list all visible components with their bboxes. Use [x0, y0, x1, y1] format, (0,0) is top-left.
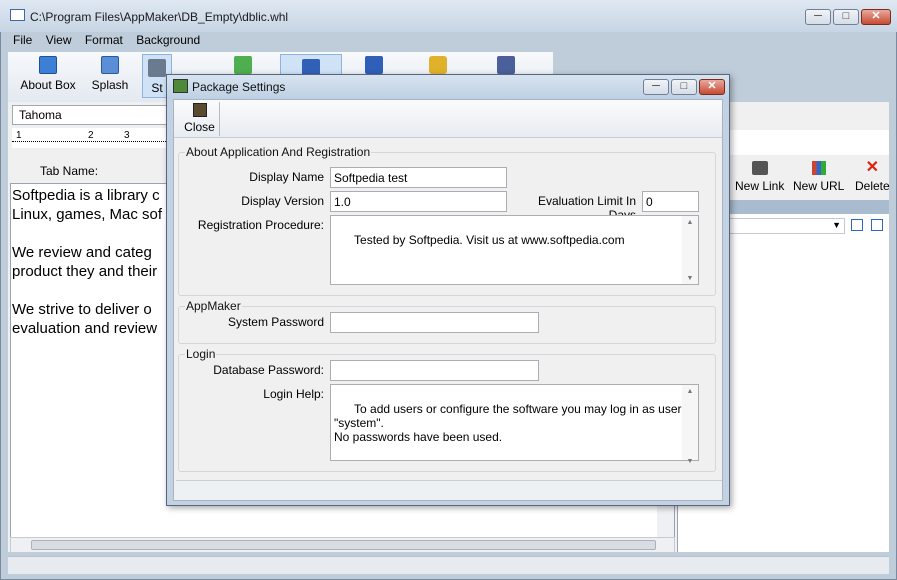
- display-name-label: Display Name: [249, 170, 324, 184]
- new-link-button[interactable]: New Link: [735, 161, 784, 193]
- about-box-icon: [39, 56, 57, 74]
- refresh-icon: [234, 56, 252, 74]
- window-title: C:\Program Files\AppMaker\DB_Empty\dblic…: [30, 10, 289, 24]
- splash-button[interactable]: Splash: [90, 56, 130, 92]
- menu-bar: File View Format Background: [8, 31, 888, 51]
- dialog-status-bar: [176, 480, 722, 498]
- dialog-toolbar: Close: [174, 100, 722, 138]
- editor-horizontal-scrollbar[interactable]: [10, 537, 675, 553]
- database-password-field[interactable]: [330, 360, 539, 381]
- scroll-thumb[interactable]: [31, 540, 656, 550]
- dialog-maximize-button[interactable]: □: [671, 79, 697, 95]
- chevron-down-icon: ▼: [832, 220, 841, 230]
- system-password-field[interactable]: [330, 312, 539, 333]
- menu-view[interactable]: View: [41, 31, 77, 49]
- monitor-icon: [148, 59, 166, 77]
- menu-format[interactable]: Format: [80, 31, 128, 49]
- menu-file[interactable]: File: [8, 31, 37, 49]
- maximize-button[interactable]: □: [833, 9, 859, 25]
- save-icon: [497, 56, 515, 74]
- chart-icon: [811, 161, 826, 175]
- display-version-label: Display Version: [241, 194, 324, 208]
- close-dialog-button[interactable]: Close: [180, 102, 220, 136]
- display-version-field[interactable]: 1.0: [330, 191, 507, 212]
- menu-background[interactable]: Background: [131, 31, 205, 49]
- login-help-label: Login Help:: [263, 387, 324, 401]
- dialog-minimize-button[interactable]: ─: [643, 79, 669, 95]
- dialog-app-icon: [173, 79, 188, 93]
- dialog-title-bar[interactable]: Package Settings ─ □ ✕: [167, 75, 729, 99]
- package-settings-dialog: Package Settings ─ □ ✕ Close About Appli…: [166, 74, 730, 506]
- display-name-field[interactable]: Softpedia test: [330, 167, 507, 188]
- link-icon: [751, 161, 768, 175]
- close-window-button[interactable]: ✕: [861, 9, 891, 25]
- about-box-button[interactable]: About Box: [18, 56, 78, 92]
- dialog-close-button[interactable]: ✕: [699, 79, 725, 95]
- lock-icon: [429, 56, 447, 74]
- font-select[interactable]: Tahoma: [12, 105, 172, 125]
- exit-door-icon: [192, 103, 207, 117]
- about-group-label: About Application And Registration: [185, 145, 372, 159]
- ruler: 1 2 3: [12, 128, 172, 148]
- tab-name-label: Tab Name:: [40, 164, 99, 178]
- restore-panel-icon[interactable]: [851, 219, 863, 231]
- minimize-button[interactable]: ─: [805, 9, 831, 25]
- system-password-label: System Password: [227, 315, 324, 329]
- eval-limit-field[interactable]: 0: [642, 191, 699, 212]
- app-icon: [10, 9, 25, 21]
- database-icon: [365, 56, 383, 74]
- registration-procedure-label: Registration Procedure:: [197, 218, 324, 232]
- link-combo[interactable]: ▼: [727, 218, 845, 234]
- login-help-textarea[interactable]: To add users or configure the software y…: [330, 384, 699, 465]
- database-password-label: Database Password:: [213, 363, 324, 377]
- dialog-title: Package Settings: [192, 80, 286, 94]
- login-group-label: Login: [185, 347, 217, 361]
- expand-panel-icon[interactable]: [871, 219, 883, 231]
- status-bar: [8, 556, 889, 574]
- textarea-scrollbar[interactable]: ▲ ▼: [682, 385, 698, 465]
- registration-procedure-textarea[interactable]: Tested by Softpedia. Visit us at www.sof…: [330, 215, 699, 285]
- delete-icon: ✕: [865, 159, 880, 176]
- ruler-line: [12, 141, 172, 142]
- splash-icon: [101, 56, 119, 74]
- dialog-body: Close About Application And Registration…: [173, 99, 723, 501]
- new-url-button[interactable]: New URL: [793, 161, 844, 193]
- title-bar[interactable]: C:\Program Files\AppMaker\DB_Empty\dblic…: [0, 0, 897, 32]
- textarea-scrollbar[interactable]: ▲ ▼: [682, 216, 698, 284]
- appmaker-group-label: AppMaker: [185, 299, 242, 313]
- delete-button[interactable]: ✕ Delete: [855, 159, 890, 194]
